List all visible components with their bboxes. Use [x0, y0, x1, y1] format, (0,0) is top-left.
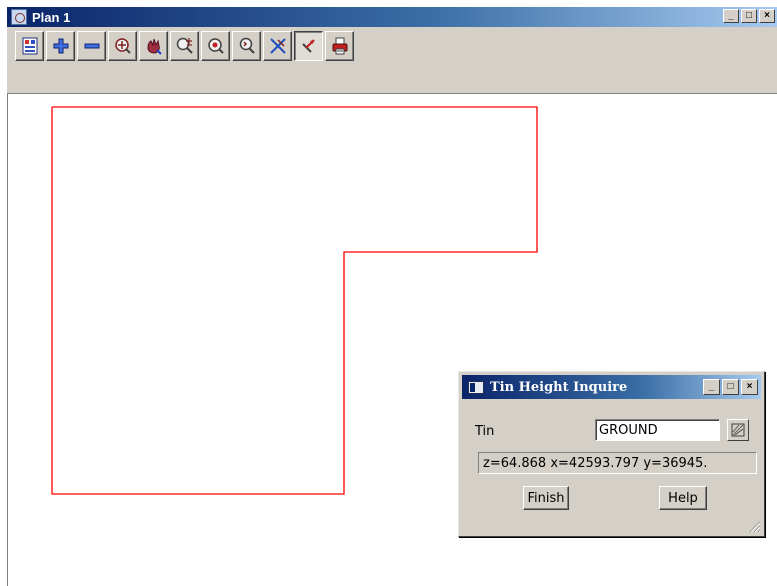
- zoom-window-button[interactable]: [108, 31, 137, 61]
- plot-icon: [22, 37, 37, 55]
- height-result-display: z=64.868 x=42593.797 y=36945.: [478, 452, 757, 474]
- close-button[interactable]: ×: [759, 9, 775, 23]
- zoom-previous-icon: [239, 37, 255, 54]
- tin-input[interactable]: GROUND: [595, 419, 720, 441]
- tin-pick-icon: [731, 423, 745, 437]
- maximize-button[interactable]: □: [741, 9, 757, 23]
- minimize-icon: _: [728, 10, 734, 21]
- zoom-plus-minus-button[interactable]: [170, 31, 199, 61]
- zoom-plus-minus-icon: [176, 37, 193, 54]
- dialog-minimize-button[interactable]: _: [703, 379, 720, 395]
- zoom-out-minus-icon: [84, 43, 99, 49]
- tools-button[interactable]: [263, 31, 292, 61]
- minimize-icon: _: [708, 381, 715, 392]
- dialog-close-button[interactable]: ×: [741, 379, 758, 395]
- window-title: Plan 1: [32, 9, 71, 25]
- zoom-out-button[interactable]: [77, 31, 106, 61]
- help-button[interactable]: Help: [659, 486, 707, 510]
- pick-button[interactable]: [294, 31, 323, 61]
- tin-height-inquire-dialog: Tin Height Inquire _ □ × Tin GROUND z=64…: [458, 371, 765, 537]
- tin-label: Tin: [475, 424, 495, 439]
- zoom-in-plus-icon: [53, 38, 68, 54]
- zoom-in-button[interactable]: [46, 31, 75, 61]
- maximize-icon: □: [745, 10, 753, 21]
- minimize-button[interactable]: _: [723, 9, 739, 23]
- title-bar[interactable]: Plan 1 _ □ ×: [7, 7, 777, 27]
- dialog-app-icon: [468, 380, 484, 394]
- zoom-extents-icon: [207, 38, 224, 54]
- pan-button[interactable]: [139, 31, 168, 61]
- plot-button[interactable]: [15, 31, 44, 61]
- pick-arrow-icon: [301, 39, 315, 53]
- finish-button[interactable]: Finish: [523, 486, 569, 510]
- maximize-icon: □: [727, 381, 734, 392]
- view-toolbar: [15, 28, 354, 64]
- resize-grip-icon[interactable]: [747, 519, 761, 533]
- print-icon: [332, 37, 347, 55]
- tin-select-button[interactable]: [727, 419, 749, 441]
- zoom-window-icon: [114, 38, 131, 54]
- dialog-title-bar[interactable]: Tin Height Inquire _ □ ×: [462, 375, 761, 399]
- tools-cross-icon: [269, 38, 286, 54]
- dialog-title: Tin Height Inquire: [490, 379, 628, 395]
- pan-hand-icon: [146, 38, 162, 55]
- zoom-extents-button[interactable]: [201, 31, 230, 61]
- zoom-previous-button[interactable]: [232, 31, 261, 61]
- close-icon: ×: [764, 10, 770, 21]
- close-icon: ×: [746, 381, 753, 392]
- dialog-maximize-button[interactable]: □: [722, 379, 739, 395]
- print-button[interactable]: [325, 31, 354, 61]
- app-icon: [11, 9, 27, 25]
